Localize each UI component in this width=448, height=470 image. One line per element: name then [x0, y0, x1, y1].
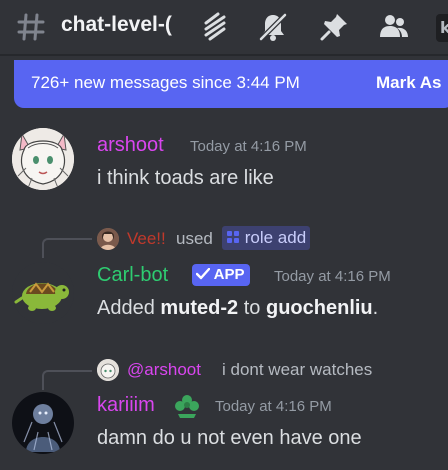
app-badge: APP — [192, 264, 251, 286]
command-user-name[interactable]: Vee!! — [127, 229, 166, 249]
user-photo-icon — [97, 228, 119, 250]
new-messages-count[interactable]: 726+ new messages since 3:44 PM — [31, 73, 300, 93]
target-user: guochenliu — [265, 297, 373, 319]
role-name: muted-2 — [160, 297, 239, 319]
message-content: i think toads are like — [97, 167, 274, 189]
cat-girl-avatar-icon — [12, 128, 74, 190]
message-timestamp: Today at 4:16 PM — [215, 398, 332, 415]
message-timestamp: Today at 4:16 PM — [190, 138, 307, 155]
message-text-suffix: . — [372, 297, 379, 319]
reply-mention[interactable]: @arshoot — [127, 360, 201, 380]
members-icon[interactable] — [378, 11, 410, 43]
avatar[interactable] — [12, 392, 74, 454]
cat-girl-avatar-icon — [97, 359, 119, 381]
reply-connector — [42, 238, 92, 258]
reply-author-avatar[interactable] — [97, 359, 119, 381]
mute-bell-icon[interactable] — [257, 11, 289, 43]
channel-header: chat-level-( k — [0, 0, 448, 54]
slash-command-pill[interactable]: role add — [222, 226, 311, 250]
message-author[interactable]: kariiim — [97, 394, 155, 417]
verified-check-icon — [195, 267, 211, 280]
message-content: Added muted-2 to guochenliu. — [97, 297, 378, 320]
avatar[interactable] — [12, 128, 74, 190]
message-content: damn do u not even have one — [97, 427, 362, 449]
hashtag-icon — [17, 13, 45, 41]
command-name: role add — [244, 228, 307, 247]
pin-icon[interactable] — [318, 11, 350, 43]
mark-as-read-button[interactable]: Mark As — [376, 73, 442, 93]
search-input[interactable]: k — [436, 14, 448, 42]
message-text-prefix: Added — [97, 297, 161, 319]
message-author[interactable]: Carl-bot — [97, 264, 168, 287]
message-author[interactable]: arshoot — [97, 134, 164, 157]
new-messages-bar[interactable]: 726+ new messages since 3:44 PM Mark As — [14, 60, 448, 108]
reply-preview[interactable]: i dont wear watches — [222, 360, 372, 380]
command-user-avatar[interactable] — [97, 228, 119, 250]
command-verb: used — [176, 229, 213, 248]
turtle-icon — [12, 262, 74, 324]
avatar[interactable] — [12, 262, 74, 324]
reply-connector — [42, 370, 92, 390]
header-divider — [0, 54, 448, 56]
channel-name[interactable]: chat-level-( — [61, 13, 185, 37]
command-icon — [227, 231, 239, 243]
message-text-middle: to — [238, 297, 266, 319]
message-timestamp: Today at 4:16 PM — [274, 268, 391, 285]
dark-figure-avatar-icon — [12, 392, 74, 454]
app-badge-label: APP — [213, 266, 245, 283]
role-icon — [175, 395, 199, 418]
threads-icon[interactable] — [198, 11, 230, 43]
